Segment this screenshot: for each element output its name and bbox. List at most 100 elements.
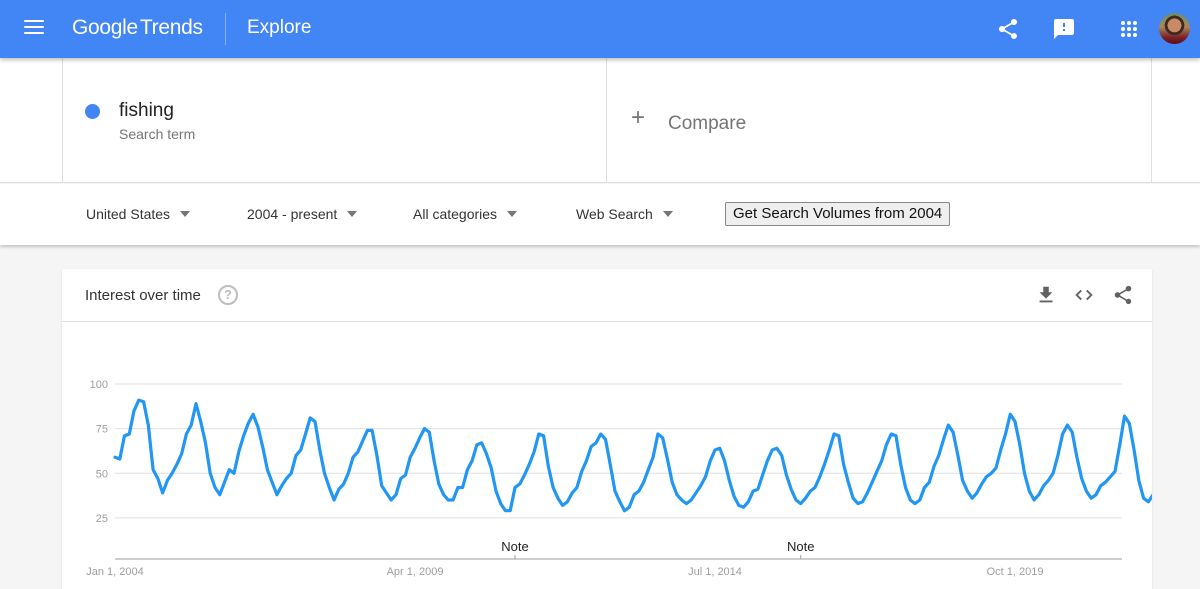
data-point[interactable]: [1033, 499, 1035, 501]
data-point[interactable]: [533, 451, 535, 453]
data-point[interactable]: [942, 438, 944, 440]
time-range-dropdown[interactable]: 2004 - present: [247, 206, 357, 222]
data-point[interactable]: [1061, 433, 1063, 435]
data-point[interactable]: [971, 497, 973, 499]
data-point[interactable]: [390, 499, 392, 501]
data-point[interactable]: [300, 449, 302, 451]
data-point[interactable]: [1057, 454, 1059, 456]
data-point[interactable]: [881, 460, 883, 462]
data-point[interactable]: [657, 433, 659, 435]
data-point[interactable]: [733, 495, 735, 497]
data-point[interactable]: [166, 479, 168, 481]
data-point[interactable]: [1090, 497, 1092, 499]
data-point[interactable]: [1004, 433, 1006, 435]
data-point[interactable]: [419, 436, 421, 438]
data-point[interactable]: [1138, 479, 1140, 481]
data-point[interactable]: [604, 438, 606, 440]
data-point[interactable]: [581, 470, 583, 472]
data-point[interactable]: [238, 451, 240, 453]
data-point[interactable]: [990, 472, 992, 474]
data-point[interactable]: [861, 501, 863, 503]
data-point[interactable]: [309, 417, 311, 419]
data-point[interactable]: [500, 502, 502, 504]
data-point[interactable]: [900, 463, 902, 465]
data-point[interactable]: [876, 470, 878, 472]
data-point[interactable]: [538, 433, 540, 435]
data-point[interactable]: [509, 510, 511, 512]
data-point[interactable]: [514, 486, 516, 488]
data-point[interactable]: [933, 465, 935, 467]
search-type-dropdown[interactable]: Web Search: [576, 206, 673, 222]
data-point[interactable]: [814, 486, 816, 488]
data-point[interactable]: [452, 499, 454, 501]
data-point[interactable]: [1000, 449, 1002, 451]
data-point[interactable]: [676, 494, 678, 496]
data-point[interactable]: [195, 402, 197, 404]
data-point[interactable]: [485, 452, 487, 454]
data-point[interactable]: [442, 494, 444, 496]
data-point[interactable]: [381, 485, 383, 487]
feedback-icon[interactable]: [1052, 17, 1076, 41]
data-point[interactable]: [361, 440, 363, 442]
data-point[interactable]: [281, 485, 283, 487]
data-point[interactable]: [552, 486, 554, 488]
data-point[interactable]: [847, 481, 849, 483]
data-point[interactable]: [809, 490, 811, 492]
data-point[interactable]: [638, 490, 640, 492]
data-point[interactable]: [504, 510, 506, 512]
data-point[interactable]: [1109, 476, 1111, 478]
data-point[interactable]: [414, 447, 416, 449]
data-point[interactable]: [342, 483, 344, 485]
data-point[interactable]: [723, 460, 725, 462]
data-point[interactable]: [904, 486, 906, 488]
data-point[interactable]: [447, 499, 449, 501]
data-point[interactable]: [852, 497, 854, 499]
data-point[interactable]: [352, 456, 354, 458]
data-point[interactable]: [866, 492, 868, 494]
google-trends-logo[interactable]: GoogleTrends: [72, 16, 203, 40]
compare-button[interactable]: + Compare: [607, 58, 1152, 183]
data-point[interactable]: [319, 449, 321, 451]
data-point[interactable]: [981, 483, 983, 485]
data-point[interactable]: [766, 460, 768, 462]
data-point[interactable]: [223, 481, 225, 483]
data-point[interactable]: [366, 429, 368, 431]
data-point[interactable]: [171, 472, 173, 474]
data-point[interactable]: [890, 433, 892, 435]
data-point[interactable]: [938, 454, 940, 456]
data-point[interactable]: [561, 504, 563, 506]
data-point[interactable]: [623, 510, 625, 512]
data-point[interactable]: [681, 499, 683, 501]
data-point[interactable]: [871, 481, 873, 483]
data-point[interactable]: [161, 492, 163, 494]
data-point[interactable]: [771, 449, 773, 451]
data-point[interactable]: [519, 483, 521, 485]
data-point[interactable]: [1104, 481, 1106, 483]
data-point[interactable]: [252, 413, 254, 415]
get-search-volumes-button[interactable]: Get Search Volumes from 2004: [725, 202, 950, 226]
data-point[interactable]: [200, 420, 202, 422]
data-point[interactable]: [128, 433, 130, 435]
data-point[interactable]: [595, 442, 597, 444]
data-point[interactable]: [181, 452, 183, 454]
data-point[interactable]: [761, 474, 763, 476]
data-point[interactable]: [838, 435, 840, 437]
data-point[interactable]: [495, 490, 497, 492]
data-point[interactable]: [557, 497, 559, 499]
data-point[interactable]: [323, 472, 325, 474]
share-icon[interactable]: [996, 17, 1020, 41]
data-point[interactable]: [819, 476, 821, 478]
data-point[interactable]: [1023, 472, 1025, 474]
data-point[interactable]: [700, 485, 702, 487]
data-point[interactable]: [214, 486, 216, 488]
data-point[interactable]: [185, 433, 187, 435]
data-point[interactable]: [204, 442, 206, 444]
data-point[interactable]: [957, 454, 959, 456]
data-point[interactable]: [338, 488, 340, 490]
data-point[interactable]: [233, 472, 235, 474]
data-point[interactable]: [1142, 497, 1144, 499]
data-point[interactable]: [347, 472, 349, 474]
data-point[interactable]: [438, 483, 440, 485]
data-point[interactable]: [1123, 415, 1125, 417]
apps-grid-icon[interactable]: [1117, 17, 1141, 41]
